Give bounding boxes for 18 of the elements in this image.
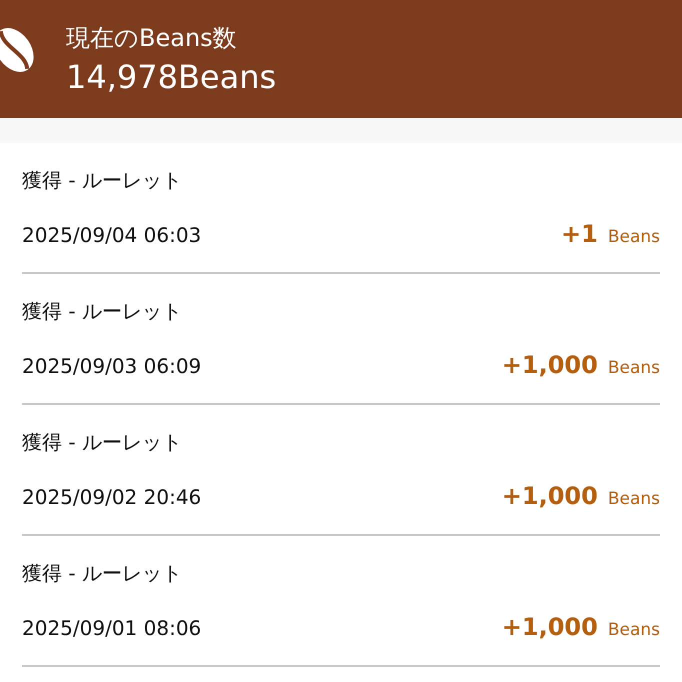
transaction-title: 獲得 - ルーレット	[22, 167, 183, 194]
transaction-amount: +1	[561, 220, 598, 248]
transaction-date: 2025/09/03 06:09	[22, 354, 202, 378]
transaction-amount: +1,000	[502, 482, 598, 510]
amount-unit: Beans	[608, 489, 660, 509]
balance-label: 現在のBeans数	[66, 23, 238, 54]
balance-value: 14,978Beans	[66, 58, 276, 96]
transaction-amount: +1,000	[502, 351, 598, 379]
amount-unit: Beans	[608, 358, 660, 378]
amount-unit: Beans	[608, 227, 660, 247]
transaction-date: 2025/09/02 20:46	[22, 485, 202, 509]
transaction-title: 獲得 - ルーレット	[22, 298, 183, 325]
amount-unit: Beans	[608, 620, 660, 640]
transaction-title: 獲得 - ルーレット	[22, 429, 183, 456]
transaction-date: 2025/09/01 08:06	[22, 616, 202, 640]
transaction-amount: +1,000	[502, 613, 598, 641]
transaction-title: 獲得 - ルーレット	[22, 560, 183, 587]
transaction-date: 2025/09/04 06:03	[22, 223, 202, 247]
